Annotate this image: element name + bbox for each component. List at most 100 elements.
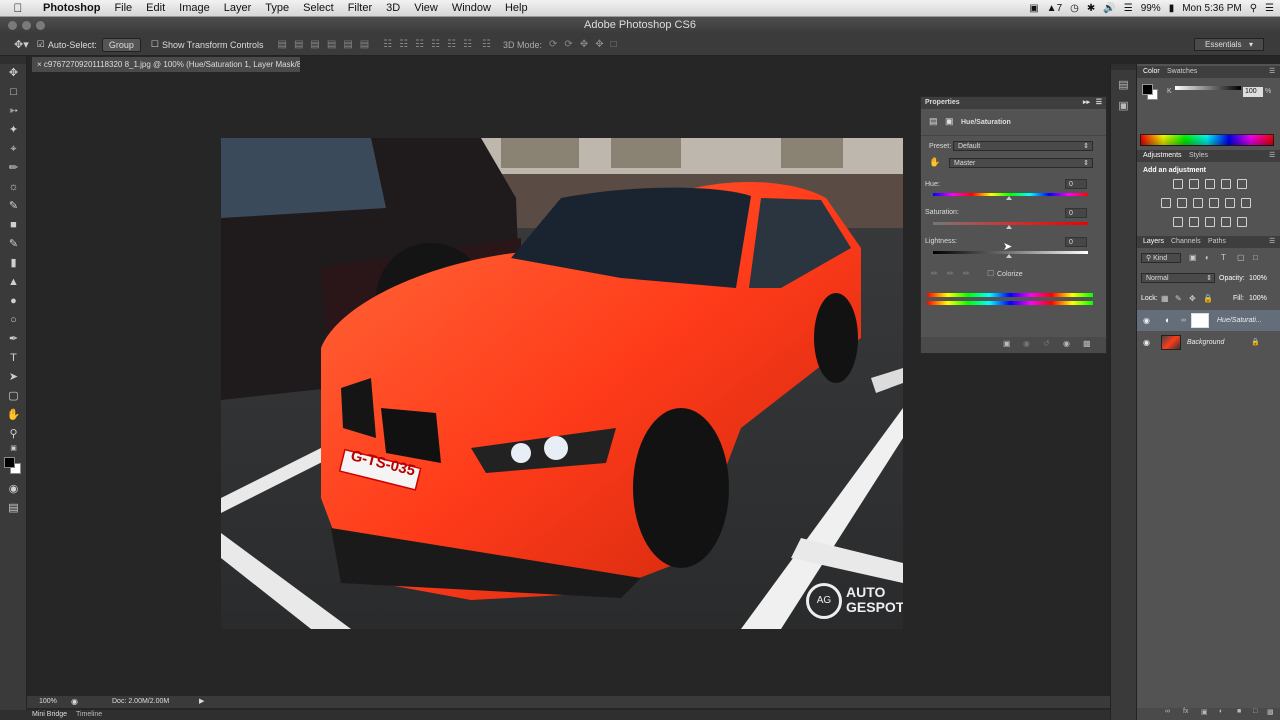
tab-timeline[interactable]: Timeline xyxy=(76,710,102,720)
screen-mode-icon[interactable]: ▤ xyxy=(0,499,27,518)
layer-filter-dropdown[interactable]: ⚲ Kind xyxy=(1141,253,1181,263)
saturation-input[interactable]: 0 xyxy=(1065,208,1087,218)
collapse-panel-icon[interactable]: ▸▸ xyxy=(1083,97,1090,109)
bw-icon[interactable] xyxy=(1193,198,1203,208)
document-image[interactable]: G-TS-035 AG AUTO GESPOT xyxy=(221,138,903,629)
lock-position-icon[interactable]: ✥ xyxy=(1189,294,1196,303)
menu-app-name[interactable]: Photoshop xyxy=(36,2,107,14)
time-machine-icon[interactable]: ◷ xyxy=(1070,3,1079,14)
history-panel-icon[interactable]: ▤ xyxy=(1111,78,1136,91)
filter-type-icon[interactable]: T xyxy=(1221,253,1226,262)
eye-icon[interactable]: ◉ xyxy=(1143,332,1150,353)
k-slider[interactable] xyxy=(1175,86,1241,90)
menu-layer[interactable]: Layer xyxy=(217,2,259,14)
layer-row-background[interactable]: ◉ Background 🔒 xyxy=(1137,332,1280,353)
shape-tool-icon[interactable]: ▢ xyxy=(0,387,27,406)
distribute-top-icon[interactable]: ☷ xyxy=(383,39,392,50)
layer-name[interactable]: Background xyxy=(1187,332,1224,353)
paint-bucket-tool-icon[interactable]: ▲ xyxy=(0,273,27,292)
opacity-value[interactable]: 100% xyxy=(1249,275,1267,282)
exposure-icon[interactable] xyxy=(1221,179,1231,189)
distribute-right-icon[interactable]: ☷ xyxy=(463,39,472,50)
3d-pan-icon[interactable]: ✥ xyxy=(580,39,588,50)
visibility-icon[interactable]: ◉ xyxy=(1063,339,1070,348)
menu-help[interactable]: Help xyxy=(498,2,535,14)
levels-icon[interactable] xyxy=(1189,179,1199,189)
align-top-icon[interactable]: ▤ xyxy=(278,39,287,50)
clock[interactable]: Mon 5:36 PM xyxy=(1182,3,1241,14)
panel-menu-icon[interactable]: ☰ xyxy=(1269,237,1275,245)
targeted-adjust-icon[interactable]: ✋ xyxy=(929,157,940,168)
screen-icon[interactable]: ▣ xyxy=(1029,3,1038,14)
trash-icon[interactable]: ▩ xyxy=(1267,708,1274,716)
adobe-icon[interactable]: ▲7 xyxy=(1047,3,1062,14)
quick-select-tool-icon[interactable]: ✦ xyxy=(0,121,27,140)
menu-image[interactable]: Image xyxy=(172,2,217,14)
panel-menu-icon[interactable]: ☰ xyxy=(1269,151,1275,159)
align-bottom-icon[interactable]: ▤ xyxy=(310,39,319,50)
tab-layers[interactable]: Layers xyxy=(1143,238,1164,245)
filter-smart-icon[interactable]: □ xyxy=(1253,253,1258,262)
eyedropper-minus-icon[interactable]: ✏ xyxy=(963,269,970,278)
eraser-tool-icon[interactable]: ▮ xyxy=(0,254,27,273)
clip-to-layer-icon[interactable]: ▣ xyxy=(1003,339,1011,348)
selective-color-icon[interactable] xyxy=(1237,217,1247,227)
mask-icon[interactable]: ▣ xyxy=(945,116,954,127)
3d-roll-icon[interactable]: ⟳ xyxy=(564,39,572,50)
channel-dropdown[interactable]: Master ⇕ xyxy=(949,158,1093,168)
apple-icon[interactable]:  xyxy=(0,1,36,15)
add-mask-icon[interactable]: ▣ xyxy=(1201,708,1208,716)
saturation-slider-thumb[interactable] xyxy=(1006,225,1012,229)
volume-icon[interactable]: 🔊 xyxy=(1103,3,1115,14)
status-arrow-icon[interactable]: ▶ xyxy=(199,696,204,708)
3d-scale-icon[interactable]: □ xyxy=(611,39,617,50)
document-tab[interactable]: × c97672709201118320 8_1.jpg @ 100% (Hue… xyxy=(32,57,300,72)
bluetooth-icon[interactable]: ✱ xyxy=(1087,3,1095,14)
spot-healing-tool-icon[interactable]: ☼ xyxy=(0,178,27,197)
tab-mini-bridge[interactable]: Mini Bridge xyxy=(32,710,67,720)
type-tool-icon[interactable]: T xyxy=(0,349,27,368)
tab-channels[interactable]: Channels xyxy=(1171,238,1201,245)
clone-stamp-tool-icon[interactable]: ■ xyxy=(0,216,27,235)
notification-icon[interactable]: ☰ xyxy=(1265,3,1274,14)
default-colors-icon[interactable]: ▣ xyxy=(0,444,27,454)
menu-filter[interactable]: Filter xyxy=(341,2,379,14)
auto-align-icon[interactable]: ☷ xyxy=(482,39,491,50)
3d-slide-icon[interactable]: ✥ xyxy=(595,39,603,50)
new-adjustment-icon[interactable]: ◐ xyxy=(1219,708,1223,715)
show-transform-checkbox[interactable]: ☐ xyxy=(151,39,159,50)
eyedropper-plus-icon[interactable]: ✏ xyxy=(947,269,954,278)
blend-mode-dropdown[interactable]: Normal ⇕ xyxy=(1141,273,1215,283)
undo-icon[interactable]: ↺ xyxy=(1043,339,1050,348)
zoom-level[interactable]: 100% xyxy=(39,696,57,708)
fill-value[interactable]: 100% xyxy=(1249,295,1267,302)
panel-menu-icon[interactable]: ☰ xyxy=(1269,67,1275,75)
crop-tool-icon[interactable]: ⌖ xyxy=(0,140,27,159)
new-group-icon[interactable]: ■ xyxy=(1237,708,1241,715)
menu-type[interactable]: Type xyxy=(258,2,296,14)
channel-mixer-icon[interactable] xyxy=(1225,198,1235,208)
auto-select-dropdown[interactable]: Group xyxy=(101,37,141,52)
filter-shape-icon[interactable]: ▢ xyxy=(1237,253,1245,262)
distribute-vcenter-icon[interactable]: ☷ xyxy=(399,39,408,50)
brightness-icon[interactable] xyxy=(1173,179,1183,189)
toolbar-grip[interactable] xyxy=(0,56,26,64)
fx-icon[interactable]: fx xyxy=(1183,708,1188,715)
color-lookup-icon[interactable] xyxy=(1241,198,1251,208)
zoom-tool-icon[interactable]: ⚲ xyxy=(0,425,27,444)
filter-pixel-icon[interactable]: ▣ xyxy=(1189,253,1197,262)
new-layer-icon[interactable]: □ xyxy=(1253,708,1257,715)
foreground-color-swatch[interactable] xyxy=(4,457,15,468)
close-window-icon[interactable] xyxy=(8,21,17,30)
move-tool-icon[interactable]: ✥ xyxy=(0,64,27,83)
invert-icon[interactable] xyxy=(1173,217,1183,227)
threshold-icon[interactable] xyxy=(1205,217,1215,227)
close-document-icon[interactable]: × xyxy=(37,60,42,69)
lasso-tool-icon[interactable]: ➳ xyxy=(0,102,27,121)
view-previous-icon[interactable]: ◉ xyxy=(1023,339,1030,348)
eyedropper-tool-icon[interactable]: ✏ xyxy=(0,159,27,178)
hue-sat-icon[interactable] xyxy=(1161,198,1171,208)
tab-color[interactable]: Color xyxy=(1143,68,1160,75)
panel-menu-icon[interactable]: ☰ xyxy=(1096,97,1102,109)
tab-styles[interactable]: Styles xyxy=(1189,152,1208,159)
